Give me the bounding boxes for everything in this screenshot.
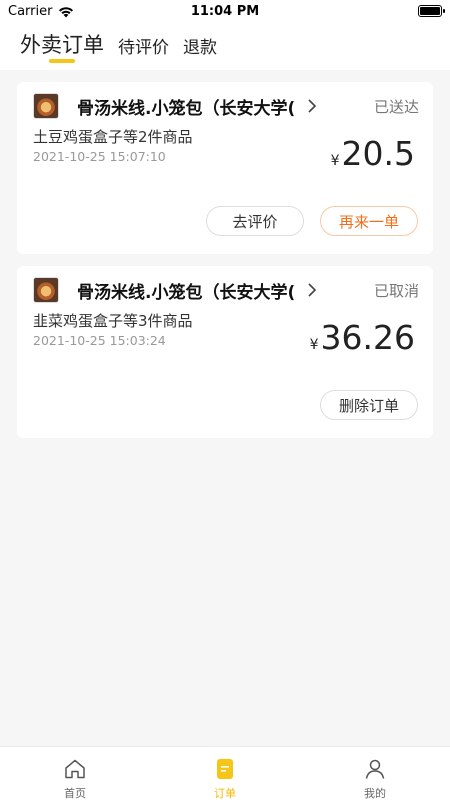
delete-order-button[interactable]: 删除订单 bbox=[320, 390, 418, 420]
profile-icon bbox=[365, 759, 385, 779]
order-type-tabs: 外卖订单 待评价 退款 bbox=[0, 24, 450, 70]
shop-avatar bbox=[33, 93, 59, 119]
shop-name: 骨汤米线.小笼包（长安大学( bbox=[77, 282, 296, 303]
battery-icon bbox=[418, 5, 445, 17]
bottom-nav: 首页 订单 我的 bbox=[0, 746, 450, 800]
order-items-summary: 土豆鸡蛋盒子等2件商品 bbox=[33, 128, 193, 146]
tab-refund[interactable]: 退款 bbox=[183, 33, 217, 70]
tab-takeout-orders[interactable]: 外卖订单 bbox=[20, 29, 104, 70]
order-status: 已取消 bbox=[373, 282, 419, 300]
status-right bbox=[418, 5, 445, 17]
shop-name: 骨汤米线.小笼包（长安大学( bbox=[77, 98, 296, 119]
review-button[interactable]: 去评价 bbox=[206, 206, 304, 236]
tab-label: 退款 bbox=[183, 38, 217, 58]
home-icon bbox=[65, 759, 85, 779]
order-price: ¥ 20.5 bbox=[331, 134, 415, 173]
nav-label: 首页 bbox=[64, 787, 86, 800]
order-time: 2021-10-25 15:07:10 bbox=[33, 149, 166, 164]
chevron-right-icon bbox=[308, 99, 317, 113]
tab-label: 外卖订单 bbox=[20, 33, 104, 57]
nav-profile[interactable]: 我的 bbox=[300, 747, 450, 800]
order-status: 已送达 bbox=[373, 98, 419, 116]
nav-home[interactable]: 首页 bbox=[0, 747, 150, 800]
nav-label: 我的 bbox=[364, 787, 386, 800]
active-tab-indicator bbox=[49, 59, 75, 63]
order-time: 2021-10-25 15:03:24 bbox=[33, 333, 166, 348]
price-value: 36.26 bbox=[320, 318, 415, 357]
price-value: 20.5 bbox=[341, 134, 415, 173]
currency-symbol: ¥ bbox=[309, 337, 319, 353]
shop-row[interactable]: 骨汤米线.小笼包（长安大学( 已取消 bbox=[33, 276, 419, 304]
order-card[interactable]: 骨汤米线.小笼包（长安大学( 已取消 韭菜鸡蛋盒子等3件商品 2021-10-2… bbox=[17, 266, 433, 438]
nav-label: 订单 bbox=[214, 787, 236, 800]
tab-label: 待评价 bbox=[118, 38, 169, 58]
currency-symbol: ¥ bbox=[330, 153, 340, 169]
order-price: ¥ 36.26 bbox=[310, 318, 415, 357]
order-list: 骨汤米线.小笼包（长安大学( 已送达 土豆鸡蛋盒子等2件商品 2021-10-2… bbox=[0, 70, 450, 746]
chevron-right-icon bbox=[308, 283, 317, 297]
nav-orders[interactable]: 订单 bbox=[150, 747, 300, 800]
order-items-summary: 韭菜鸡蛋盒子等3件商品 bbox=[33, 312, 193, 330]
order-icon bbox=[217, 759, 233, 779]
reorder-button[interactable]: 再来一单 bbox=[320, 206, 418, 236]
tab-pending-review[interactable]: 待评价 bbox=[118, 33, 169, 70]
status-bar: Carrier 11:04 PM bbox=[0, 0, 450, 24]
order-card[interactable]: 骨汤米线.小笼包（长安大学( 已送达 土豆鸡蛋盒子等2件商品 2021-10-2… bbox=[17, 82, 433, 254]
shop-row[interactable]: 骨汤米线.小笼包（长安大学( 已送达 bbox=[33, 92, 419, 120]
status-time: 11:04 PM bbox=[190, 4, 260, 19]
shop-avatar bbox=[33, 277, 59, 303]
